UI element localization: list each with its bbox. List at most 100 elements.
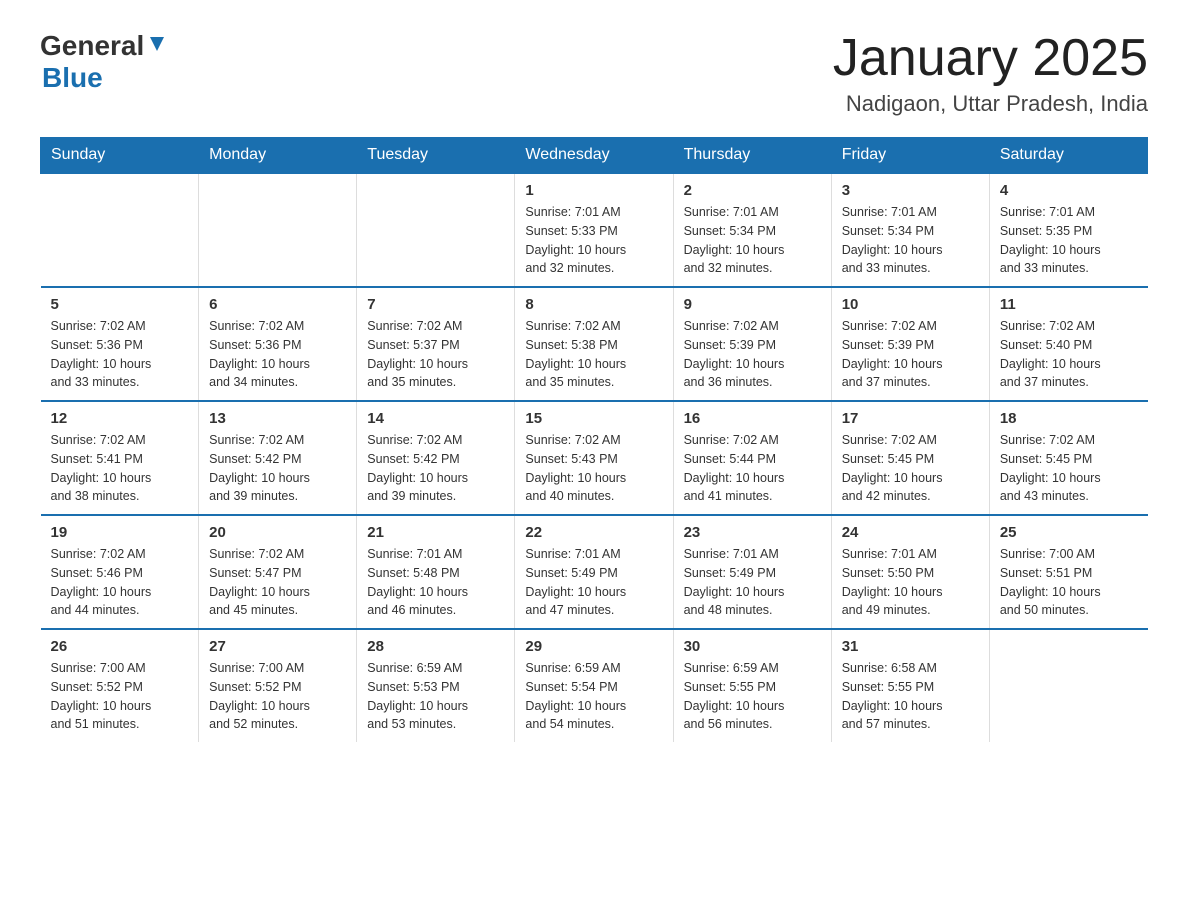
calendar-header: SundayMondayTuesdayWednesdayThursdayFrid… [41,138,1148,174]
weekday-header-sunday: Sunday [41,138,199,174]
day-number: 4 [1000,182,1138,199]
day-info: Sunrise: 6:59 AM Sunset: 5:54 PM Dayligh… [525,659,662,734]
day-info: Sunrise: 7:02 AM Sunset: 5:40 PM Dayligh… [1000,317,1138,392]
day-info: Sunrise: 7:02 AM Sunset: 5:36 PM Dayligh… [209,317,346,392]
day-number: 14 [367,410,504,427]
calendar-week-row: 5 Sunrise: 7:02 AM Sunset: 5:36 PM Daylig… [41,287,1148,401]
day-number: 16 [684,410,821,427]
day-number: 19 [51,524,189,541]
calendar-cell: 17Sunrise: 7:02 AM Sunset: 5:45 PM Dayli… [831,401,989,515]
day-info: Sunrise: 7:02 AM Sunset: 5:45 PM Dayligh… [1000,431,1138,506]
day-info: Sunrise: 6:58 AM Sunset: 5:55 PM Dayligh… [842,659,979,734]
day-number: 24 [842,524,979,541]
day-info: Sunrise: 7:02 AM Sunset: 5:41 PM Dayligh… [51,431,189,506]
calendar-cell: 8 Sunrise: 7:02 AM Sunset: 5:38 PM Daylig… [515,287,673,401]
day-info: Sunrise: 7:01 AM Sunset: 5:49 PM Dayligh… [684,545,821,620]
day-number: 6 [209,296,346,313]
day-number: 29 [525,638,662,655]
day-info: Sunrise: 6:59 AM Sunset: 5:53 PM Dayligh… [367,659,504,734]
calendar-subtitle: Nadigaon, Uttar Pradesh, India [833,91,1148,117]
day-number: 5 [51,296,189,313]
day-number: 3 [842,182,979,199]
calendar-cell: 28 Sunrise: 6:59 AM Sunset: 5:53 PM Dayli… [357,629,515,742]
calendar-cell: 20 Sunrise: 7:02 AM Sunset: 5:47 PM Dayli… [199,515,357,629]
weekday-header-saturday: Saturday [989,138,1147,174]
day-info: Sunrise: 6:59 AM Sunset: 5:55 PM Dayligh… [684,659,821,734]
calendar-cell: 22 Sunrise: 7:01 AM Sunset: 5:49 PM Dayli… [515,515,673,629]
calendar-cell: 30Sunrise: 6:59 AM Sunset: 5:55 PM Dayli… [673,629,831,742]
calendar-cell: 1 Sunrise: 7:01 AM Sunset: 5:33 PM Daylig… [515,173,673,287]
day-info: Sunrise: 7:02 AM Sunset: 5:36 PM Dayligh… [51,317,189,392]
day-info: Sunrise: 7:02 AM Sunset: 5:46 PM Dayligh… [51,545,189,620]
day-number: 11 [1000,296,1138,313]
calendar-cell: 18 Sunrise: 7:02 AM Sunset: 5:45 PM Dayli… [989,401,1147,515]
day-number: 2 [684,182,821,199]
calendar-week-row: 12 Sunrise: 7:02 AM Sunset: 5:41 PM Dayli… [41,401,1148,515]
day-info: Sunrise: 7:01 AM Sunset: 5:34 PM Dayligh… [842,203,979,278]
day-number: 13 [209,410,346,427]
weekday-header-row: SundayMondayTuesdayWednesdayThursdayFrid… [41,138,1148,174]
calendar-cell: 13Sunrise: 7:02 AM Sunset: 5:42 PM Dayli… [199,401,357,515]
calendar-cell: 16 Sunrise: 7:02 AM Sunset: 5:44 PM Dayli… [673,401,831,515]
day-info: Sunrise: 7:02 AM Sunset: 5:39 PM Dayligh… [684,317,821,392]
calendar-cell [41,173,199,287]
calendar-cell: 14 Sunrise: 7:02 AM Sunset: 5:42 PM Dayli… [357,401,515,515]
day-info: Sunrise: 7:02 AM Sunset: 5:43 PM Dayligh… [525,431,662,506]
calendar-table: SundayMondayTuesdayWednesdayThursdayFrid… [40,137,1148,742]
day-number: 23 [684,524,821,541]
logo-blue: Blue [42,62,103,93]
day-info: Sunrise: 7:02 AM Sunset: 5:38 PM Dayligh… [525,317,662,392]
calendar-cell: 15 Sunrise: 7:02 AM Sunset: 5:43 PM Dayli… [515,401,673,515]
day-number: 28 [367,638,504,655]
page-header: General Blue January 2025 Nadigaon, Utta… [40,30,1148,117]
calendar-cell: 11 Sunrise: 7:02 AM Sunset: 5:40 PM Dayli… [989,287,1147,401]
calendar-cell: 4 Sunrise: 7:01 AM Sunset: 5:35 PM Daylig… [989,173,1147,287]
calendar-cell: 27Sunrise: 7:00 AM Sunset: 5:52 PM Dayli… [199,629,357,742]
calendar-cell: 7 Sunrise: 7:02 AM Sunset: 5:37 PM Daylig… [357,287,515,401]
day-number: 27 [209,638,346,655]
day-number: 25 [1000,524,1138,541]
calendar-cell [357,173,515,287]
calendar-cell: 3 Sunrise: 7:01 AM Sunset: 5:34 PM Daylig… [831,173,989,287]
day-info: Sunrise: 7:00 AM Sunset: 5:51 PM Dayligh… [1000,545,1138,620]
day-info: Sunrise: 7:01 AM Sunset: 5:49 PM Dayligh… [525,545,662,620]
day-number: 18 [1000,410,1138,427]
calendar-cell: 21Sunrise: 7:01 AM Sunset: 5:48 PM Dayli… [357,515,515,629]
day-number: 7 [367,296,504,313]
day-number: 21 [367,524,504,541]
day-info: Sunrise: 7:01 AM Sunset: 5:35 PM Dayligh… [1000,203,1138,278]
day-info: Sunrise: 7:01 AM Sunset: 5:33 PM Dayligh… [525,203,662,278]
calendar-week-row: 19 Sunrise: 7:02 AM Sunset: 5:46 PM Dayli… [41,515,1148,629]
calendar-body: 1 Sunrise: 7:01 AM Sunset: 5:33 PM Daylig… [41,173,1148,742]
day-number: 10 [842,296,979,313]
title-area: January 2025 Nadigaon, Uttar Pradesh, In… [833,30,1148,117]
calendar-week-row: 1 Sunrise: 7:01 AM Sunset: 5:33 PM Daylig… [41,173,1148,287]
day-info: Sunrise: 7:00 AM Sunset: 5:52 PM Dayligh… [51,659,189,734]
day-info: Sunrise: 7:01 AM Sunset: 5:34 PM Dayligh… [684,203,821,278]
calendar-cell: 19 Sunrise: 7:02 AM Sunset: 5:46 PM Dayli… [41,515,199,629]
calendar-cell: 29 Sunrise: 6:59 AM Sunset: 5:54 PM Dayli… [515,629,673,742]
day-info: Sunrise: 7:02 AM Sunset: 5:44 PM Dayligh… [684,431,821,506]
day-info: Sunrise: 7:02 AM Sunset: 5:47 PM Dayligh… [209,545,346,620]
day-info: Sunrise: 7:02 AM Sunset: 5:42 PM Dayligh… [367,431,504,506]
day-number: 12 [51,410,189,427]
day-number: 22 [525,524,662,541]
calendar-cell: 23 Sunrise: 7:01 AM Sunset: 5:49 PM Dayli… [673,515,831,629]
calendar-cell [989,629,1147,742]
weekday-header-thursday: Thursday [673,138,831,174]
calendar-title: January 2025 [833,30,1148,87]
calendar-cell: 24 Sunrise: 7:01 AM Sunset: 5:50 PM Dayli… [831,515,989,629]
logo-general: General [40,30,144,62]
day-number: 8 [525,296,662,313]
calendar-cell: 26Sunrise: 7:00 AM Sunset: 5:52 PM Dayli… [41,629,199,742]
day-info: Sunrise: 7:01 AM Sunset: 5:50 PM Dayligh… [842,545,979,620]
weekday-header-wednesday: Wednesday [515,138,673,174]
calendar-cell: 31Sunrise: 6:58 AM Sunset: 5:55 PM Dayli… [831,629,989,742]
calendar-week-row: 26Sunrise: 7:00 AM Sunset: 5:52 PM Dayli… [41,629,1148,742]
day-info: Sunrise: 7:02 AM Sunset: 5:37 PM Dayligh… [367,317,504,392]
day-number: 20 [209,524,346,541]
calendar-cell: 5 Sunrise: 7:02 AM Sunset: 5:36 PM Daylig… [41,287,199,401]
day-number: 1 [525,182,662,199]
calendar-cell: 9Sunrise: 7:02 AM Sunset: 5:39 PM Daylig… [673,287,831,401]
day-number: 15 [525,410,662,427]
